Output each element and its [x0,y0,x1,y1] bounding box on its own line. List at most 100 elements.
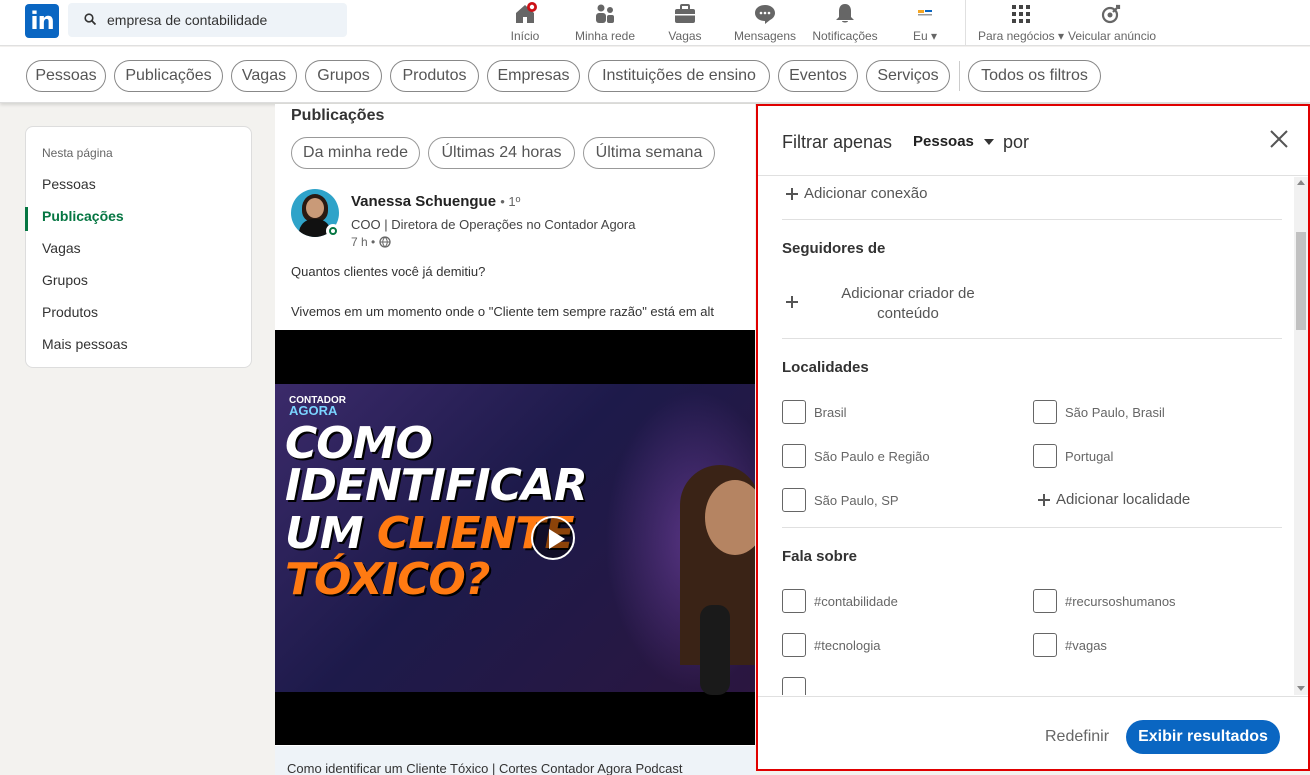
nav-jobs[interactable]: Vagas [665,0,705,46]
checkbox-brasil[interactable] [782,400,806,424]
location-label-sao-paulo-brasil[interactable]: São Paulo, Brasil [1065,405,1165,420]
post-video[interactable]: CONTADOR AGORA COMO IDENTIFICAR UM CLIENT… [275,330,755,745]
location-label-brasil[interactable]: Brasil [814,405,847,420]
leftnav-item-grupos[interactable]: Grupos [42,272,88,288]
nav-divider [965,0,966,46]
checkbox-tecnologia[interactable] [782,633,806,657]
feed-title: Publicações [291,107,385,124]
post-question: Quantos clientes você já demitiu? [291,264,486,279]
video-caption-bar[interactable]: Como identificar um Cliente Tóxico | Cor… [275,746,755,775]
filter-pill-grupos[interactable]: Grupos [305,60,382,92]
location-label-portugal[interactable]: Portugal [1065,449,1113,464]
nav-notifications[interactable]: Notificações [810,0,880,46]
advertise-icon [1101,4,1121,24]
filter-pill-empresas[interactable]: Empresas [487,60,580,92]
checkbox-vagas[interactable] [1033,633,1057,657]
filter-panel-footer: Redefinir Exibir resultados [758,696,1308,769]
video-title-line3a: UM [285,508,377,559]
filter-pill-publicacoes[interactable]: Publicações [114,60,223,92]
search-icon [84,13,96,25]
location-label-sao-paulo-regiao[interactable]: São Paulo e Região [814,449,930,464]
add-creator-link[interactable]: Adicionar criador de conteúdo [828,284,988,324]
post-timestamp: 7 h • [351,235,391,249]
all-filters-button[interactable]: Todos os filtros [968,60,1101,92]
bell-icon [836,4,854,23]
quick-filter-week[interactable]: Última semana [583,137,715,169]
video-title-line2: IDENTIFICAR [285,460,588,511]
active-indicator [25,207,28,231]
topic-label-contabilidade[interactable]: #contabilidade [814,594,898,609]
nav-messaging[interactable]: Mensagens [733,0,797,46]
checkbox-sao-paulo-sp[interactable] [782,488,806,512]
plus-icon [786,188,798,200]
add-location-text[interactable]: Adicionar localidade [1056,491,1190,508]
author-name[interactable]: Vanessa Schuengue • 1º [351,193,520,210]
filter-panel-header: Filtrar apenas Pessoas por [758,106,1308,176]
logo-line2: AGORA [289,403,338,418]
video-microphone [700,605,730,695]
scrollbar-thumb[interactable] [1296,232,1306,330]
caret-down-icon [983,139,994,146]
show-results-button[interactable]: Exibir resultados [1126,720,1280,754]
filter-pill-instituicoes[interactable]: Instituições de ensino [588,60,770,92]
scroll-up-icon[interactable] [1297,180,1305,185]
checkbox-contabilidade[interactable] [782,589,806,613]
reset-button[interactable]: Redefinir [1045,728,1109,746]
nav-business[interactable]: Para negócios ▾ [977,0,1065,46]
followers-heading: Seguidores de [782,240,886,257]
leftnav-item-produtos[interactable]: Produtos [42,304,98,320]
leftnav-item-publicacoes[interactable]: Publicações [42,208,124,224]
scroll-down-icon[interactable] [1297,686,1305,691]
filter-pill-pessoas[interactable]: Pessoas [26,60,106,92]
filter-pill-produtos[interactable]: Produtos [390,60,479,92]
leftnav-item-vagas[interactable]: Vagas [42,240,81,256]
leftnav-item-mais-pessoas[interactable]: Mais pessoas [42,336,128,352]
filter-pill-eventos[interactable]: Eventos [778,60,858,92]
talks-about-heading: Fala sobre [782,548,858,565]
filter-type-value[interactable]: Pessoas [913,133,974,150]
leftnav-item-pessoas[interactable]: Pessoas [42,176,96,192]
quick-filter-24h[interactable]: Últimas 24 horas [428,137,575,169]
filter-type-select[interactable]: Pessoas [913,133,994,150]
nav-home[interactable]: Início [505,0,545,46]
play-button-icon[interactable] [531,516,575,560]
author-name-text[interactable]: Vanessa Schuengue [351,193,496,210]
nav-advertise[interactable]: Veicular anúncio [1068,0,1156,46]
on-this-page-heading: Nesta página [42,146,113,160]
filter-divider [959,61,960,91]
online-status-icon [326,224,340,238]
filter-pill-vagas[interactable]: Vagas [231,60,297,92]
checkbox-sao-paulo-brasil[interactable] [1033,400,1057,424]
avatar-face [306,198,324,218]
add-creator-plus[interactable] [786,293,804,310]
checkbox-partial[interactable] [782,677,806,695]
quick-filter-my-network[interactable]: Da minha rede [291,137,420,169]
checkbox-recursoshumanos[interactable] [1033,589,1057,613]
checkbox-portugal[interactable] [1033,444,1057,468]
linkedin-logo[interactable]: in [25,4,59,38]
nav-me[interactable]: Eu ▾ [905,0,945,46]
filter-pill-servicos[interactable]: Serviços [866,60,950,92]
plus-icon [1038,494,1050,506]
checkbox-sao-paulo-regiao[interactable] [782,444,806,468]
grid-icon [1012,5,1030,23]
add-connection-link[interactable]: Adicionar conexão [786,185,927,202]
add-location-link[interactable]: Adicionar localidade [1038,491,1190,508]
location-label-sao-paulo-sp[interactable]: São Paulo, SP [814,493,899,508]
author-headline: COO | Diretora de Operações no Contador … [351,217,636,232]
nav-network[interactable]: Minha rede [572,0,638,46]
panel-scrollbar[interactable] [1294,177,1308,695]
search-box[interactable] [68,3,347,37]
connection-degree: • 1º [500,194,521,209]
video-caption[interactable]: Como identificar um Cliente Tóxico | Cor… [287,761,683,775]
video-title-line3: UM CLIENTE [285,508,574,559]
topic-label-tecnologia[interactable]: #tecnologia [814,638,881,653]
section-divider [782,219,1282,220]
add-connection-text[interactable]: Adicionar conexão [804,185,927,202]
search-filter-bar: Pessoas Publicações Vagas Grupos Produto… [0,47,1310,103]
topic-label-vagas[interactable]: #vagas [1065,638,1107,653]
video-podcast-logo: CONTADOR AGORA [289,396,346,418]
close-icon[interactable] [1268,128,1290,150]
topic-label-recursoshumanos[interactable]: #recursoshumanos [1065,594,1176,609]
search-input[interactable] [107,3,337,37]
